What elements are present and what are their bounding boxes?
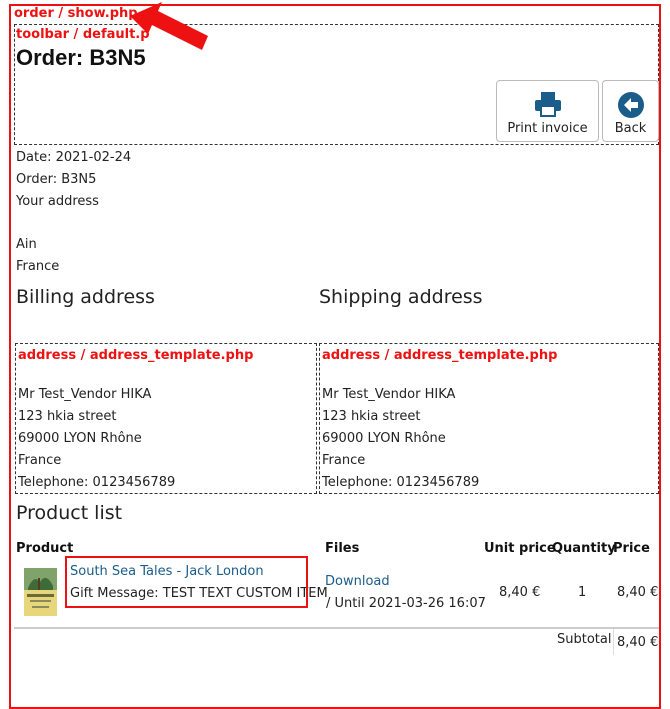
template-label-billing-address: address / address_template.php <box>18 348 254 363</box>
subtotal-divider <box>613 629 614 655</box>
billing-name: Mr Test_Vendor HIKA <box>18 387 152 402</box>
order-date: Date: 2021-02-24 <box>16 150 132 165</box>
back-button[interactable]: Back <box>602 80 659 142</box>
shipping-city: 69000 LYON Rhône <box>322 431 446 446</box>
arrow-left-circle-icon <box>617 92 644 118</box>
table-divider <box>14 627 659 629</box>
column-header-product: Product <box>16 541 74 556</box>
print-invoice-button[interactable]: Print invoice <box>496 80 599 142</box>
product-highlight-box <box>65 556 308 608</box>
order-number: Order: B3N5 <box>16 172 97 187</box>
product-list-heading: Product list <box>16 502 123 524</box>
column-header-quantity: Quantity <box>552 541 616 556</box>
column-header-unit-price: Unit price <box>484 541 556 556</box>
shipping-country: France <box>322 453 366 468</box>
printer-icon <box>534 92 561 117</box>
unit-price-value: 8,40 € <box>499 585 541 600</box>
price-value: 8,40 € <box>617 585 659 600</box>
billing-city: 69000 LYON Rhône <box>18 431 142 446</box>
back-label: Back <box>614 121 647 136</box>
billing-country: France <box>18 453 62 468</box>
template-label-order: order / show.php <box>14 6 138 21</box>
print-invoice-label: Print invoice <box>507 121 588 136</box>
billing-phone: Telephone: 0123456789 <box>18 475 176 490</box>
your-address-region: Ain <box>16 237 37 252</box>
template-label-shipping-address: address / address_template.php <box>322 348 558 363</box>
billing-street: 123 hkia street <box>18 409 117 424</box>
billing-address-heading: Billing address <box>16 286 155 308</box>
annotation-arrow-icon <box>130 2 208 50</box>
shipping-address-heading: Shipping address <box>319 286 483 308</box>
shipping-name: Mr Test_Vendor HIKA <box>322 387 456 402</box>
file-download-link[interactable]: Download <box>325 574 390 590</box>
your-address-label: Your address <box>16 194 99 209</box>
shipping-street: 123 hkia street <box>322 409 421 424</box>
shipping-phone: Telephone: 0123456789 <box>322 475 480 490</box>
subtotal-value: 8,40 € <box>617 635 659 650</box>
subtotal-label: Subtotal <box>557 632 612 647</box>
your-address-country: France <box>16 259 60 274</box>
quantity-value: 1 <box>578 585 587 600</box>
column-header-files: Files <box>325 541 360 556</box>
product-thumbnail[interactable] <box>24 568 57 616</box>
file-until-date: / Until 2021-03-26 16:07 <box>326 596 486 611</box>
column-header-price: Price <box>613 541 650 556</box>
